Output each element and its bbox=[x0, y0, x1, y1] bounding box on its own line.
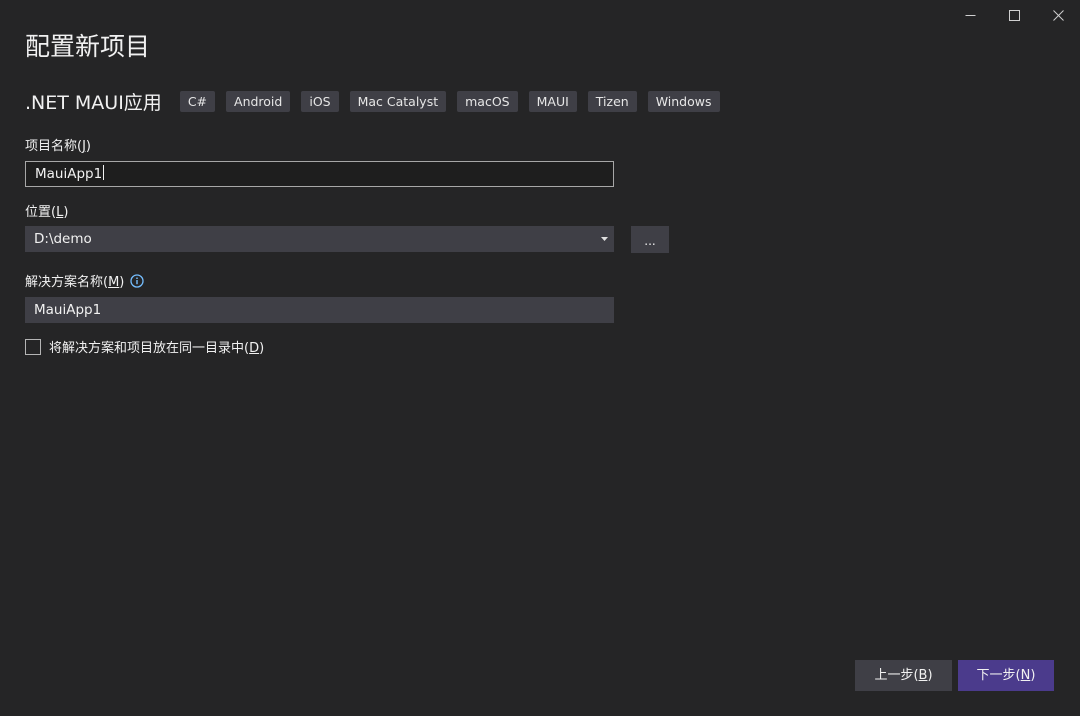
text-caret bbox=[103, 165, 105, 180]
same-directory-checkbox[interactable] bbox=[25, 338, 41, 355]
tag-platform-android: Android bbox=[226, 90, 291, 112]
page-title: 配置新项目 bbox=[25, 32, 151, 61]
solution-name-value: MauiApp1 bbox=[34, 302, 102, 318]
location-value: D:\demo bbox=[34, 231, 92, 247]
location-label: 位置(L) bbox=[25, 205, 69, 220]
tag-platform-mac-catalyst: Mac Catalyst bbox=[349, 90, 447, 112]
close-button[interactable] bbox=[1036, 0, 1080, 30]
maximize-button[interactable] bbox=[992, 0, 1036, 30]
same-directory-label[interactable]: 将解决方案和项目放在同一目录中(D) bbox=[49, 337, 264, 356]
tag-language: C# bbox=[179, 90, 216, 112]
back-button[interactable]: 上一步(B) bbox=[855, 660, 952, 691]
same-directory-option[interactable]: 将解决方案和项目放在同一目录中(D) bbox=[25, 337, 264, 356]
tag-project-type-maui: MAUI bbox=[528, 90, 577, 112]
maximize-icon bbox=[1008, 9, 1020, 21]
next-button[interactable]: 下一步(N) bbox=[958, 660, 1054, 691]
close-icon bbox=[1052, 9, 1064, 21]
template-name: .NET MAUI应用 bbox=[25, 91, 162, 114]
minimize-button[interactable] bbox=[948, 0, 992, 30]
minimize-icon bbox=[965, 14, 975, 16]
location-combobox[interactable]: D:\demo bbox=[25, 226, 614, 252]
project-name-label: 项目名称(J) bbox=[25, 139, 91, 154]
tag-platform-macos: macOS bbox=[457, 90, 518, 112]
browse-location-button[interactable]: ... bbox=[631, 226, 669, 253]
project-name-value: MauiApp1 bbox=[35, 166, 103, 182]
template-summary: .NET MAUI应用 C# Android iOS Mac Catalyst … bbox=[25, 87, 731, 115]
window-controls bbox=[948, 0, 1080, 30]
solution-name-input[interactable]: MauiApp1 bbox=[25, 297, 614, 323]
tag-platform-tizen: Tizen bbox=[587, 90, 637, 112]
configure-project-window: 配置新项目 .NET MAUI应用 C# Android iOS Mac Cat… bbox=[0, 0, 1080, 716]
dropdown-arrow-icon[interactable] bbox=[601, 226, 608, 252]
tag-platform-windows: Windows bbox=[647, 90, 720, 112]
info-icon[interactable] bbox=[130, 274, 145, 288]
project-name-input[interactable]: MauiApp1 bbox=[25, 161, 614, 187]
solution-name-label: 解决方案名称(M) bbox=[25, 271, 145, 290]
tag-platform-ios: iOS bbox=[301, 90, 339, 112]
